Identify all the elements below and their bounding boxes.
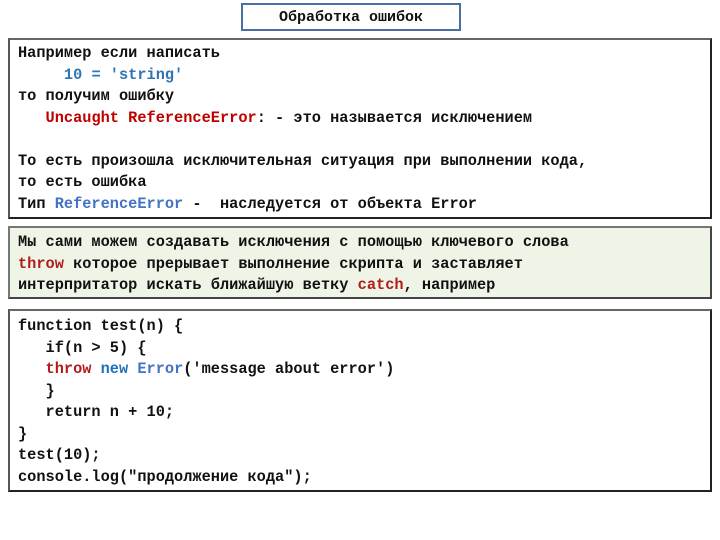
text-line: throw которое прерывает выполнение скрип…: [18, 254, 523, 273]
throw-keyword: throw: [18, 254, 64, 273]
code-line: function test(n) {: [18, 317, 184, 335]
catch-keyword: catch: [357, 276, 404, 294]
code-example: 10 = 'string': [63, 65, 184, 84]
slide-title-text: Обработка ошибок: [278, 8, 424, 26]
code-line: return n + 10;: [18, 403, 175, 421]
throw-note-box: Мы сами можем создавать исключения с пом…: [8, 226, 712, 299]
code-line: console.log("продолжение кода");: [18, 467, 312, 486]
throw-keyword: throw: [45, 360, 92, 378]
slide-title: Обработка ошибок: [241, 3, 461, 31]
code-block: function test(n) { if(n > 5) { throw new…: [8, 309, 712, 492]
text-line: Мы сами можем создавать исключения с пом…: [18, 233, 569, 251]
text-line: То есть произошла исключительная ситуаци…: [18, 151, 588, 170]
text-line: то получим ошибку: [18, 87, 175, 105]
code-line: if(n > 5) {: [18, 338, 147, 357]
error-line: Uncaught ReferenceError: - это называетс…: [45, 108, 533, 127]
type-line: Тип ReferenceError - наследуется от объе…: [18, 194, 477, 213]
error-class: Error: [128, 360, 184, 378]
new-keyword: new: [91, 360, 129, 378]
error-message: Uncaught ReferenceError: [45, 108, 257, 127]
explanation-box: Например если написать 10 = 'string' то …: [8, 38, 712, 219]
text-line: то есть ошибка: [18, 173, 147, 191]
error-type: ReferenceError: [54, 194, 184, 213]
code-line: test(10);: [18, 446, 101, 464]
code-example-line: 10 = 'string': [18, 65, 702, 87]
code-line: throw new Error('message about error'): [45, 360, 395, 378]
code-line: }: [18, 381, 55, 400]
text-line: интерпритатор искать ближайшую ветку cat…: [18, 276, 496, 294]
code-line: }: [18, 424, 28, 443]
text-line: Например если написать: [18, 44, 220, 62]
